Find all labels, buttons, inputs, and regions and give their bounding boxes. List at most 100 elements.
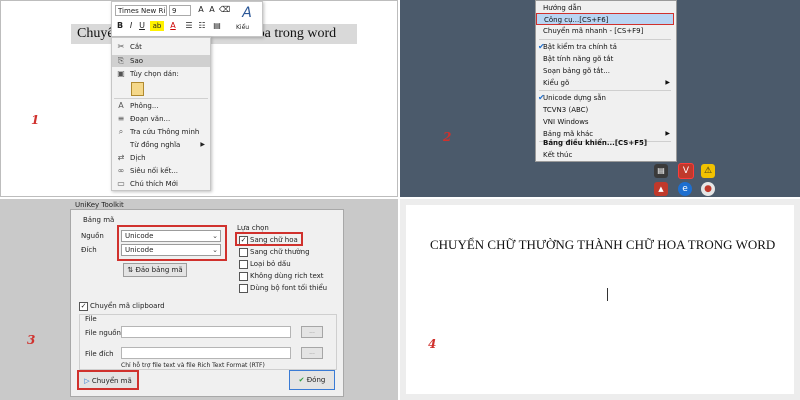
options-group-label: Lựa chọn bbox=[237, 224, 269, 232]
menu-item-copy[interactable]: ⎘ Sao bbox=[112, 55, 210, 67]
step-number: 3 bbox=[27, 333, 36, 347]
clear-format-icon[interactable]: ⌫ bbox=[219, 5, 230, 15]
check-icon: ✔ bbox=[538, 42, 545, 51]
shield-icon[interactable]: ⚠ bbox=[701, 164, 715, 178]
underline-button[interactable]: U bbox=[137, 21, 147, 31]
translate-icon: ⇄ bbox=[117, 153, 125, 162]
remove-accents-checkbox[interactable]: Loại bỏ dấu bbox=[239, 259, 291, 269]
font-color-button[interactable]: A bbox=[168, 21, 178, 31]
step-number: 2 bbox=[443, 130, 452, 144]
menu-item-spellcheck[interactable]: ✔ Bật kiểm tra chính tả bbox=[536, 41, 674, 53]
close-button[interactable]: ✔ Đóng bbox=[289, 370, 335, 390]
clipboard-checkbox[interactable]: ✓ Chuyển mã clipboard bbox=[79, 301, 165, 311]
context-menu: ✂ Cắt ⎘ Sao ▣ Tùy chọn dán: A Phông... ≡ Đoạn… bbox=[111, 37, 211, 191]
menu-item-translate[interactable]: ⇄ Dịch bbox=[112, 152, 210, 164]
check-icon: ✔ bbox=[298, 376, 307, 384]
text-cursor bbox=[607, 288, 608, 301]
highlight-button[interactable]: ab bbox=[150, 21, 164, 31]
menu-item-link[interactable]: ∞ Siêu nối kết... bbox=[112, 165, 210, 177]
italic-button[interactable]: I bbox=[126, 21, 136, 31]
encoding-highlight bbox=[117, 225, 227, 261]
minimal-font-checkbox[interactable]: Dùng bộ font tối thiểu bbox=[239, 283, 327, 293]
word-document-page[interactable]: CHUYỂN CHỮ THƯỜNG THÀNH CHỮ HOA TRONG WO… bbox=[406, 205, 794, 394]
menu-item-macro[interactable]: Bật tính năng gõ tắt bbox=[536, 53, 674, 65]
file-group-label: File bbox=[85, 315, 97, 323]
submenu-arrow-icon: ▶ bbox=[200, 141, 205, 148]
separator bbox=[114, 98, 208, 99]
copy-icon: ⎘ bbox=[117, 56, 125, 65]
comment-icon: ▭ bbox=[117, 179, 125, 188]
lowercase-checkbox[interactable]: Sang chữ thường bbox=[239, 247, 310, 257]
check-icon: ✔ bbox=[538, 93, 545, 102]
unikey-toolkit-window: UniKey Toolkit Bảng mã Nguồn Unicode ⌄ Đí… bbox=[70, 201, 344, 397]
paste-icon: ▣ bbox=[117, 69, 125, 78]
menu-item-paragraph[interactable]: ≡ Đoạn văn... bbox=[112, 113, 210, 125]
encoding-group-label: Bảng mã bbox=[83, 216, 115, 224]
dest-label: Đích bbox=[81, 246, 97, 254]
unikey-tray-menu-panel: Hướng dẫn Công cụ...[CS+F6] Chuyển mã nh… bbox=[400, 0, 800, 197]
menu-item-control-panel[interactable]: Bảng điều khiển...[CS+F5] bbox=[536, 137, 674, 149]
word-context-menu-panel: Chuyển chữ thường thành chữ hoa trong wo… bbox=[0, 0, 398, 197]
font-size-box[interactable]: 9 bbox=[169, 5, 191, 16]
styles-icon[interactable]: A bbox=[238, 4, 256, 22]
menu-item-paste-options[interactable]: ▣ Tùy chọn dán: bbox=[112, 68, 210, 80]
source-label: Nguồn bbox=[81, 232, 104, 240]
separator bbox=[539, 39, 671, 40]
smart-lookup-icon: ⌕ bbox=[118, 127, 124, 136]
menu-item-edit-macro[interactable]: Soạn bảng gõ tắt... bbox=[536, 65, 674, 77]
separator bbox=[539, 90, 671, 91]
file-note: Chỉ hỗ trợ file text và file Rich Text F… bbox=[121, 362, 265, 369]
play-icon: ▷ bbox=[84, 377, 92, 385]
menu-item-quick-convert[interactable]: Chuyển mã nhanh - [CS+F9] bbox=[536, 25, 674, 37]
pdf-icon[interactable]: ▲ bbox=[654, 182, 668, 196]
styles-label: Kiểu bbox=[236, 24, 250, 31]
menu-item-unicode[interactable]: ✔ Unicode dựng sẵn bbox=[536, 92, 674, 104]
no-rich-text-checkbox[interactable]: Không dùng rich text bbox=[239, 271, 324, 281]
step-number: 4 bbox=[428, 337, 437, 351]
step-number: 1 bbox=[31, 113, 40, 127]
unikey-tray-menu: Hướng dẫn Công cụ...[CS+F6] Chuyển mã nh… bbox=[535, 0, 677, 162]
checkbox-checked: ✓ bbox=[79, 302, 88, 311]
grow-font-icon[interactable]: A bbox=[196, 5, 206, 15]
mini-format-toolbar: Times New Ri 9 A A ⌫ B I U ab A ☰ ☷ ▤ A … bbox=[111, 1, 263, 37]
shrink-font-icon[interactable]: A bbox=[207, 5, 217, 15]
menu-item-new-comment[interactable]: ▭ Chú thích Mới bbox=[112, 178, 210, 190]
unikey-toolkit-panel: UniKey Toolkit Bảng mã Nguồn Unicode ⌄ Đí… bbox=[0, 199, 398, 400]
link-icon: ∞ bbox=[117, 166, 125, 175]
browser-icon[interactable]: e bbox=[678, 182, 692, 196]
paste-keep-text-icon[interactable] bbox=[131, 82, 144, 96]
menu-item-toolkit[interactable]: Công cụ...[CS+F6] bbox=[536, 13, 674, 25]
bold-button[interactable]: B bbox=[115, 21, 125, 31]
menu-item-vni[interactable]: VNI Windows bbox=[536, 116, 674, 128]
numbering-icon[interactable]: ☷ bbox=[197, 21, 207, 31]
menu-item-font[interactable]: A Phông... bbox=[112, 100, 210, 112]
cut-icon: ✂ bbox=[117, 42, 125, 51]
bullets-icon[interactable]: ☰ bbox=[184, 21, 194, 31]
file-dest-label: File đích bbox=[85, 350, 114, 358]
font-name-box[interactable]: Times New Ri bbox=[115, 5, 167, 16]
file-source-label: File nguồn bbox=[85, 329, 121, 337]
submenu-arrow-icon: ▶ bbox=[665, 79, 670, 86]
menu-item-tcvn3[interactable]: TCVN3 (ABC) bbox=[536, 104, 674, 116]
app-icon[interactable]: ● bbox=[701, 182, 715, 196]
menu-item-smart-lookup[interactable]: ⌕ Tra cứu Thông minh bbox=[112, 126, 210, 138]
file-dest-input[interactable] bbox=[121, 347, 291, 359]
menu-item-synonyms[interactable]: Từ đồng nghĩa ▶ bbox=[112, 139, 210, 151]
file-source-browse-button[interactable]: ... bbox=[301, 326, 323, 338]
paragraph-icon: ≡ bbox=[117, 114, 125, 123]
menu-item-exit[interactable]: Kết thúc bbox=[536, 149, 674, 161]
uppercase-result-text: CHUYỂN CHỮ THƯỜNG THÀNH CHỮ HOA TRONG WO… bbox=[430, 237, 776, 252]
uppercase-highlight bbox=[235, 232, 303, 246]
file-dest-browse-button[interactable]: ... bbox=[301, 347, 323, 359]
swap-encoding-button[interactable]: ⇅ Đảo bảng mã bbox=[123, 263, 187, 277]
menu-item-cut[interactable]: ✂ Cắt bbox=[112, 41, 210, 53]
window-title: UniKey Toolkit bbox=[75, 201, 124, 209]
menu-item-input-method[interactable]: Kiểu gõ ▶ bbox=[536, 77, 674, 89]
convert-button[interactable]: ▷ Chuyển mã bbox=[77, 370, 139, 390]
unikey-icon[interactable]: V bbox=[678, 163, 694, 179]
word-result-panel: CHUYỂN CHỮ THƯỜNG THÀNH CHỮ HOA TRONG WO… bbox=[400, 199, 800, 400]
file-source-input[interactable] bbox=[121, 326, 291, 338]
notification-icon[interactable]: ▤ bbox=[654, 164, 668, 178]
font-icon: A bbox=[118, 101, 124, 110]
style-icon[interactable]: ▤ bbox=[212, 21, 222, 31]
